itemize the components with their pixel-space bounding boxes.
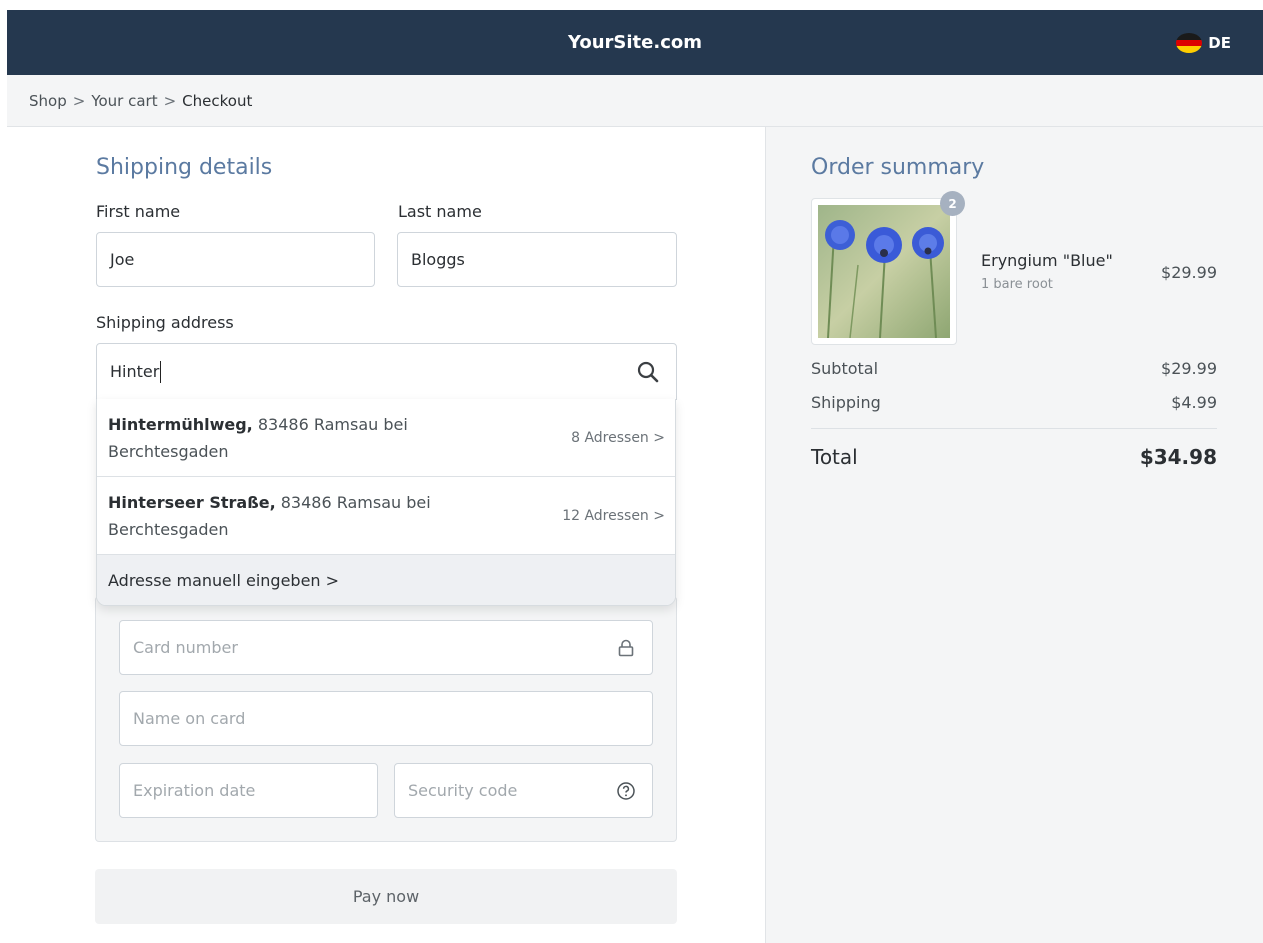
product-price: $29.99 [1161, 263, 1217, 282]
shipping-row: Shipping $4.99 [811, 393, 1217, 412]
language-code: DE [1208, 34, 1231, 52]
breadcrumb-separator: > [163, 91, 177, 110]
first-name-value: Joe [110, 250, 135, 269]
product-name: Eryngium "Blue" [981, 251, 1113, 270]
card-number-field[interactable]: Card number [119, 620, 653, 675]
suggestion-count: 12 Adressen > [562, 508, 665, 524]
expiration-date-placeholder: Expiration date [133, 781, 256, 800]
lock-icon [616, 638, 636, 658]
checkout-page: YourSite.com DE Shop > Your cart > Check… [0, 0, 1263, 943]
address-suggestion[interactable]: Hintermühlweg, 83486 Ramsau bei Berchtes… [97, 399, 675, 477]
suggestion-street: Hintermühlweg, [108, 415, 253, 434]
text-caret [160, 360, 162, 383]
total-row: Total $34.98 [811, 445, 1217, 469]
name-on-card-field[interactable]: Name on card [119, 691, 653, 746]
help-circle-icon[interactable] [616, 781, 636, 801]
name-on-card-placeholder: Name on card [133, 709, 246, 728]
first-name-label: First name [96, 202, 181, 221]
suggestion-street: Hinterseer Straße, [108, 493, 276, 512]
subtotal-label: Subtotal [811, 359, 879, 378]
total-value: $34.98 [1139, 445, 1217, 469]
expiration-date-field[interactable]: Expiration date [119, 763, 378, 818]
pay-now-button[interactable]: Pay now [95, 869, 677, 924]
product-thumbnail [811, 198, 957, 345]
security-code-field[interactable]: Security code [394, 763, 653, 818]
suggestion-count: 8 Adressen > [571, 430, 665, 446]
search-icon[interactable] [636, 360, 660, 384]
address-suggestions-dropdown: Hintermühlweg, 83486 Ramsau bei Berchtes… [96, 399, 676, 606]
site-header: YourSite.com DE [7, 10, 1263, 75]
language-selector[interactable]: DE [1176, 32, 1231, 54]
suggestion-text: Hinterseer Straße, 83486 Ramsau bei Berc… [108, 489, 518, 543]
subtotal-value: $29.99 [1161, 359, 1217, 378]
shipping-address-label: Shipping address [96, 313, 234, 332]
site-title[interactable]: YourSite.com [7, 10, 1263, 75]
quantity-badge: 2 [940, 191, 965, 216]
suggestion-text: Hintermühlweg, 83486 Ramsau bei Berchtes… [108, 411, 518, 465]
subtotal-row: Subtotal $29.99 [811, 359, 1217, 378]
security-code-placeholder: Security code [408, 781, 518, 800]
breadcrumb: Shop > Your cart > Checkout [7, 75, 1263, 127]
german-flag-icon [1176, 33, 1203, 53]
last-name-label: Last name [398, 202, 482, 221]
order-summary-heading: Order summary [811, 155, 985, 180]
breadcrumb-separator: > [72, 91, 86, 110]
shipping-address-value: Hinter [110, 362, 160, 381]
summary-divider [811, 428, 1217, 429]
first-name-field[interactable]: Joe [96, 232, 375, 287]
breadcrumb-checkout: Checkout [182, 91, 253, 110]
breadcrumb-shop[interactable]: Shop [29, 92, 67, 110]
last-name-value: Bloggs [411, 250, 465, 269]
shipping-value: $4.99 [1171, 393, 1217, 412]
shipping-address-input[interactable]: Hinter [96, 343, 677, 400]
shipping-details-heading: Shipping details [96, 155, 273, 180]
manual-address-entry[interactable]: Adresse manuell eingeben > [97, 555, 675, 605]
product-variant: 1 bare root [981, 277, 1053, 292]
breadcrumb-cart[interactable]: Your cart [91, 92, 157, 110]
last-name-field[interactable]: Bloggs [397, 232, 677, 287]
total-label: Total [811, 445, 858, 469]
shipping-label: Shipping [811, 393, 881, 412]
card-number-placeholder: Card number [133, 638, 238, 657]
product-image [818, 205, 950, 339]
address-suggestion[interactable]: Hinterseer Straße, 83486 Ramsau bei Berc… [97, 477, 675, 555]
